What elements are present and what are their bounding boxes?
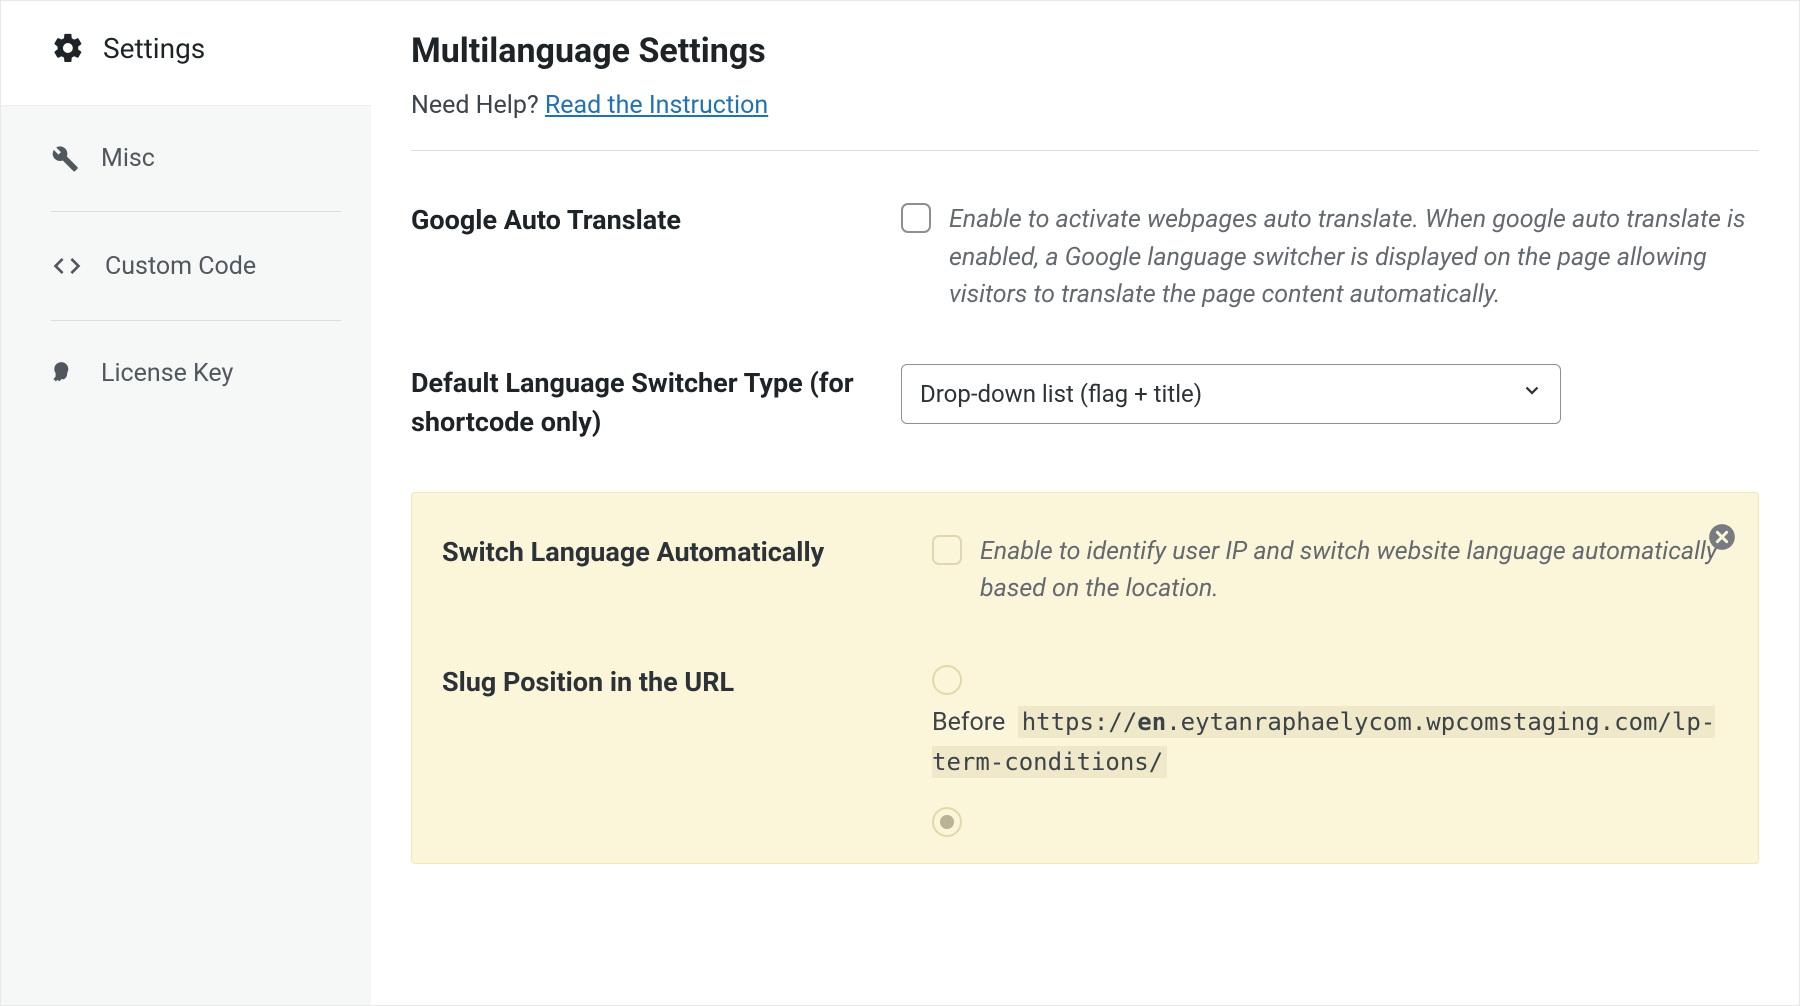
close-button[interactable]	[1708, 523, 1736, 551]
settings-page: Settings Misc Custom Code License Key	[0, 0, 1800, 1006]
google-translate-desc: Enable to activate webpages auto transla…	[949, 201, 1759, 314]
sidebar-item-label: Misc	[101, 144, 155, 173]
help-line: Need Help? Read the Instruction	[411, 91, 1759, 120]
auto-switch-checkbox[interactable]	[932, 535, 962, 565]
key-icon	[51, 360, 79, 388]
gear-icon	[51, 31, 85, 65]
code-icon	[51, 250, 83, 282]
field-switcher-type: Default Language Switcher Type (for shor…	[411, 364, 1759, 442]
slug-after-radio[interactable]	[932, 807, 962, 837]
sidebar-header: Settings	[1, 1, 371, 106]
field-google-translate: Google Auto Translate Enable to activate…	[411, 201, 1759, 314]
switcher-type-select[interactable]: Drop-down list (flag + title)	[901, 364, 1561, 424]
field-slug-position: Slug Position in the URL Before https://…	[442, 663, 1728, 843]
field-label: Switch Language Automatically	[442, 533, 902, 572]
field-label: Slug Position in the URL	[442, 663, 902, 702]
sidebar-item-label: Custom Code	[105, 252, 256, 281]
pro-notice-box: Switch Language Automatically Enable to …	[411, 492, 1759, 864]
page-title: Multilanguage Settings	[411, 31, 1759, 71]
slug-before-example: Before https://en.eytanraphaelycom.wpcom…	[932, 703, 1728, 783]
field-label: Default Language Switcher Type (for shor…	[411, 364, 871, 442]
field-label: Google Auto Translate	[411, 201, 871, 240]
sidebar-item-label: License Key	[101, 359, 233, 388]
wrench-icon	[51, 145, 79, 173]
sidebar: Settings Misc Custom Code License Key	[1, 1, 371, 1005]
divider	[411, 150, 1759, 151]
help-prefix: Need Help?	[411, 91, 545, 120]
close-icon	[1708, 523, 1736, 551]
main-content: Multilanguage Settings Need Help? Read t…	[371, 1, 1799, 1005]
sidebar-item-misc[interactable]: Misc	[51, 106, 341, 212]
before-label: Before	[932, 708, 1005, 737]
slug-before-radio[interactable]	[932, 665, 962, 695]
field-auto-switch: Switch Language Automatically Enable to …	[442, 533, 1728, 608]
sidebar-item-license-key[interactable]: License Key	[51, 321, 341, 426]
google-translate-checkbox[interactable]	[901, 203, 931, 233]
sidebar-list: Misc Custom Code License Key	[1, 106, 371, 426]
url-code: https://en.eytanraphaelycom.wpcomstaging…	[932, 706, 1715, 778]
sidebar-header-label: Settings	[103, 32, 205, 65]
read-instruction-link[interactable]: Read the Instruction	[545, 91, 768, 120]
select-value: Drop-down list (flag + title)	[901, 364, 1561, 424]
sidebar-item-custom-code[interactable]: Custom Code	[51, 212, 341, 321]
auto-switch-desc: Enable to identify user IP and switch we…	[980, 533, 1728, 608]
